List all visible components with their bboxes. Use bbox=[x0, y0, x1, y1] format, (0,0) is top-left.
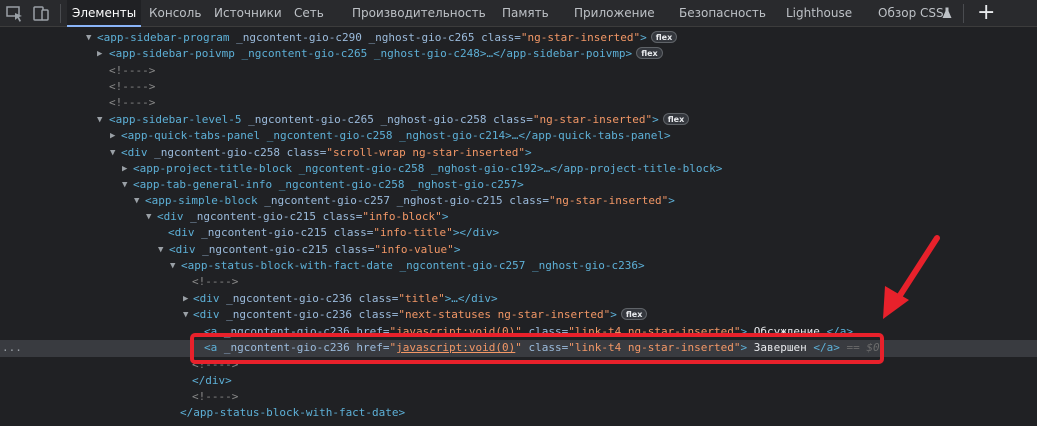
annotation-arrow-icon bbox=[883, 235, 940, 319]
